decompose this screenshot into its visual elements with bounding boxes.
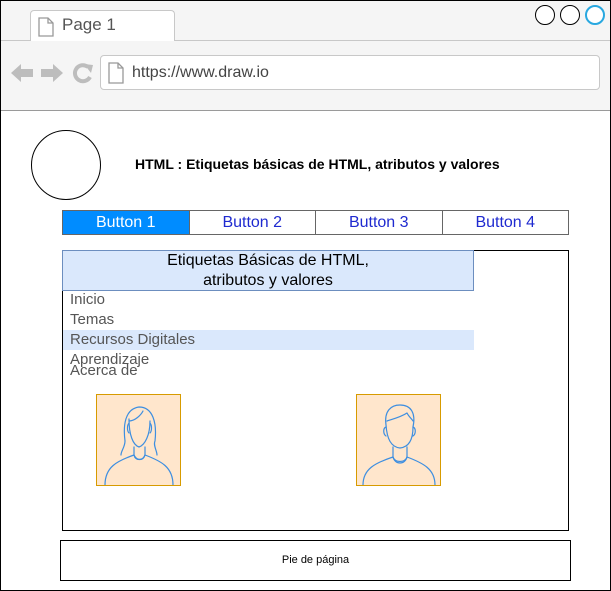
panel-heading-line2: atributos y valores xyxy=(203,272,333,289)
address-bar[interactable]: https://www.draw.io xyxy=(100,55,600,90)
button-1[interactable]: Button 1 xyxy=(63,211,189,234)
menu-item-temas[interactable]: Temas xyxy=(70,311,114,328)
window-button[interactable] xyxy=(535,5,555,25)
page-title: HTML : Etiquetas básicas de HTML, atribu… xyxy=(135,156,500,172)
page-icon xyxy=(37,17,55,42)
reload-icon[interactable] xyxy=(71,62,95,89)
footer: Pie de página xyxy=(60,540,571,581)
female-user-icon xyxy=(96,394,181,486)
logo-placeholder xyxy=(31,130,101,200)
footer-text: Pie de página xyxy=(281,554,350,566)
button-bar: Button 1 Button 2 Button 3 Button 4 xyxy=(62,210,569,235)
button-4[interactable]: Button 4 xyxy=(441,211,568,234)
menu-item-recursos-digitales[interactable]: Recursos Digitales xyxy=(70,331,195,348)
page-icon xyxy=(107,62,125,89)
panel-heading-line1: Etiquetas Básicas de HTML, xyxy=(167,252,369,269)
window-button[interactable] xyxy=(585,5,605,25)
panel-heading: Etiquetas Básicas de HTML, atributos y v… xyxy=(62,250,474,291)
browser-tab[interactable]: Page 1 xyxy=(30,10,175,41)
forward-arrow-icon[interactable] xyxy=(40,62,64,89)
button-2[interactable]: Button 2 xyxy=(188,211,315,234)
toolbar-divider xyxy=(1,110,610,111)
url-text: https://www.draw.io xyxy=(132,64,269,81)
menu-item-inicio[interactable]: Inicio xyxy=(70,291,105,308)
back-arrow-icon[interactable] xyxy=(10,62,34,89)
menu-item-acerca-de[interactable]: Acerca de xyxy=(70,362,138,379)
male-user-icon xyxy=(356,394,441,486)
tab-label: Page 1 xyxy=(62,15,116,34)
window-button[interactable] xyxy=(560,5,580,25)
button-3[interactable]: Button 3 xyxy=(315,211,442,234)
content-panel xyxy=(62,250,569,531)
